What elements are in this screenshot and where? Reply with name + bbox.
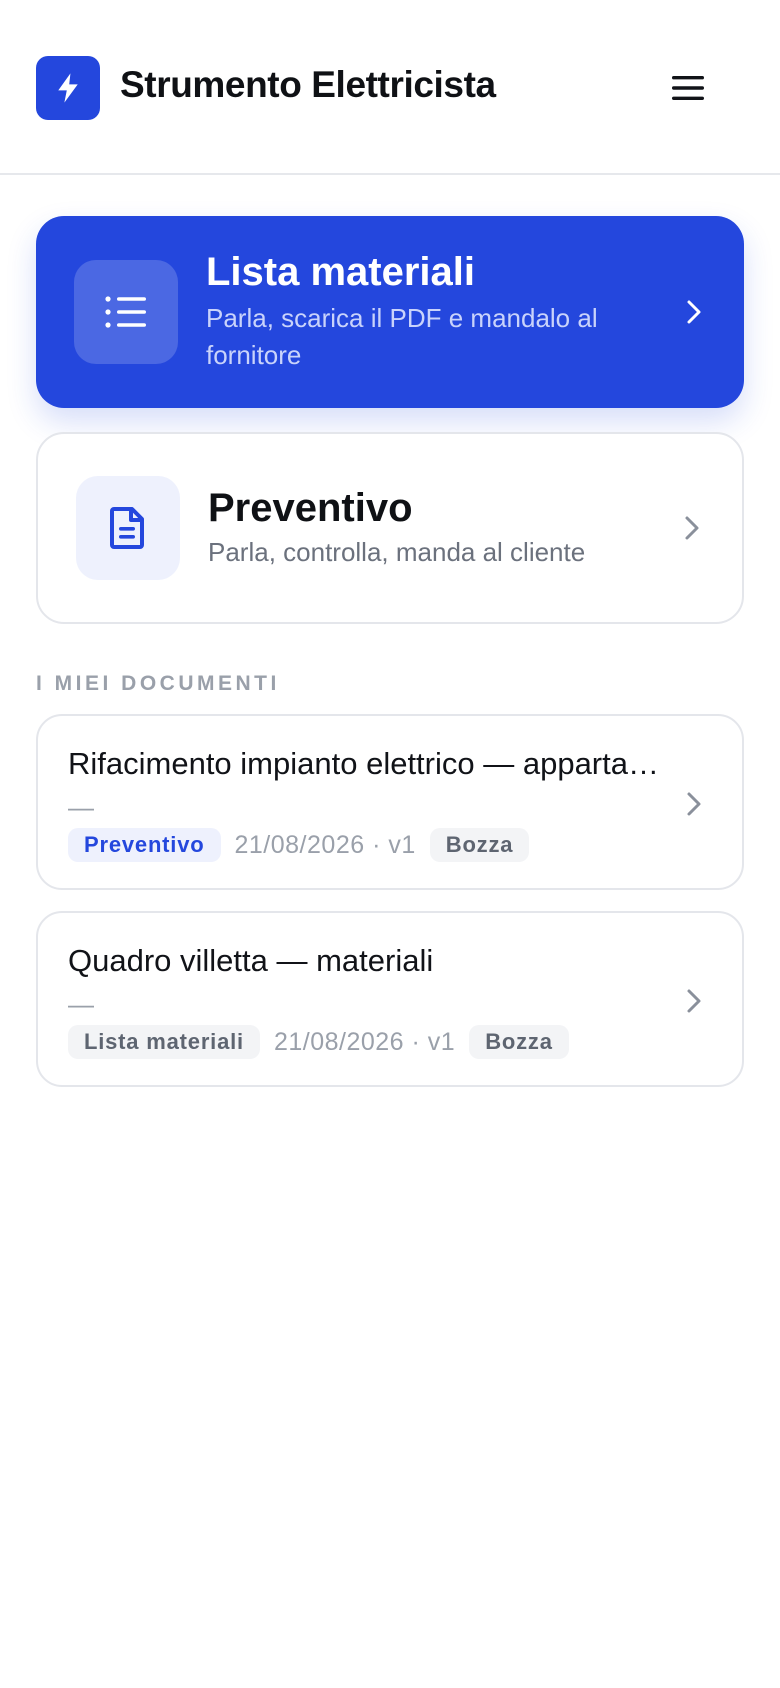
chevron-right-icon <box>682 790 706 818</box>
card-title: Lista materiali <box>206 250 476 294</box>
status-badge: Bozza <box>429 828 530 862</box>
chevron-right-icon <box>682 987 706 1015</box>
status-badge: Bozza <box>469 1025 569 1059</box>
card-subtitle: Parla, controlla, manda al cliente <box>208 537 586 567</box>
document-meta: Preventivo 21/08/2026 · v1 Bozza <box>68 828 530 862</box>
materials-list-icon-tile <box>74 260 178 364</box>
document-date-version: 21/08/2026 · v1 <box>273 1027 456 1056</box>
menu-button[interactable] <box>664 68 712 108</box>
document-type-badge: Lista materiali <box>68 1025 260 1059</box>
app-logo <box>36 56 100 120</box>
chevron-right-icon <box>680 298 708 326</box>
document-type-badge: Preventivo <box>68 828 221 862</box>
app-header: Strumento Elettricista <box>0 0 780 175</box>
card-subtitle: Parla, scarica il PDF e mandalo al forni… <box>206 303 598 370</box>
document-subtitle: — <box>68 989 94 1019</box>
list-icon <box>105 296 146 328</box>
home-screen: Strumento Elettricista Lista materiali P… <box>0 0 780 1688</box>
hamburger-menu-icon <box>672 76 704 100</box>
new-materials-list-card[interactable]: Lista materiali Parla, scarica il PDF e … <box>36 216 744 408</box>
new-quote-card[interactable]: Preventivo Parla, controlla, manda al cl… <box>36 432 744 624</box>
document-icon <box>110 507 144 549</box>
section-label-my-documents: I MIEI DOCUMENTI <box>36 672 280 695</box>
app-title: Strumento Elettricista <box>120 64 496 105</box>
quote-icon-tile <box>76 476 180 580</box>
document-meta: Lista materiali 21/08/2026 · v1 Bozza <box>68 1025 569 1059</box>
document-item[interactable]: Rifacimento impianto elettrico — apparta… <box>36 714 744 890</box>
lightning-bolt-icon <box>58 73 78 103</box>
document-date-version: 21/08/2026 · v1 <box>234 830 416 859</box>
document-subtitle: — <box>68 792 94 822</box>
document-item[interactable]: Quadro villetta — materiali — Lista mate… <box>36 911 744 1087</box>
chevron-right-icon <box>678 514 706 542</box>
document-title: Rifacimento impianto elettrico — apparta… <box>68 746 668 781</box>
document-title: Quadro villetta — materiali <box>68 943 434 978</box>
card-title: Preventivo <box>208 486 413 530</box>
